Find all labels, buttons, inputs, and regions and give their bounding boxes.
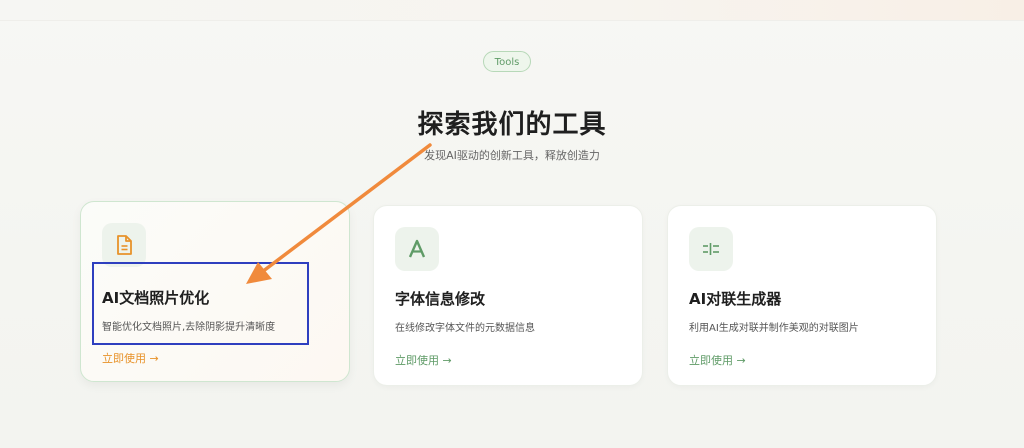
document-icon [102, 223, 146, 267]
couplet-icon [689, 227, 733, 271]
tools-badge: Tools [483, 51, 531, 72]
use-now-link[interactable]: 立即使用 → [102, 350, 159, 366]
card-title: AI对联生成器 [689, 290, 782, 308]
top-bar [0, 0, 1024, 21]
use-now-link[interactable]: 立即使用 → [395, 352, 452, 368]
tool-card-font-info[interactable]: 字体信息修改 在线修改字体文件的元数据信息 立即使用 → [373, 205, 643, 386]
font-a-icon [395, 227, 439, 271]
page-subtitle: 发现AI驱动的创新工具，释放创造力 [424, 149, 600, 162]
tool-card-couplet[interactable]: AI对联生成器 利用AI生成对联并制作美观的对联图片 立即使用 → [667, 205, 937, 386]
card-description: 利用AI生成对联并制作美观的对联图片 [689, 323, 859, 334]
card-description: 智能优化文档照片,去除阴影提升清晰度 [102, 322, 276, 333]
page-title: 探索我们的工具 [417, 110, 607, 140]
card-description: 在线修改字体文件的元数据信息 [395, 323, 535, 334]
card-title: 字体信息修改 [395, 290, 486, 308]
card-title: AI文档照片优化 [102, 289, 210, 307]
tool-card-doc-photo[interactable]: AI文档照片优化 智能优化文档照片,去除阴影提升清晰度 立即使用 → [80, 201, 350, 382]
use-now-link[interactable]: 立即使用 → [689, 352, 746, 368]
